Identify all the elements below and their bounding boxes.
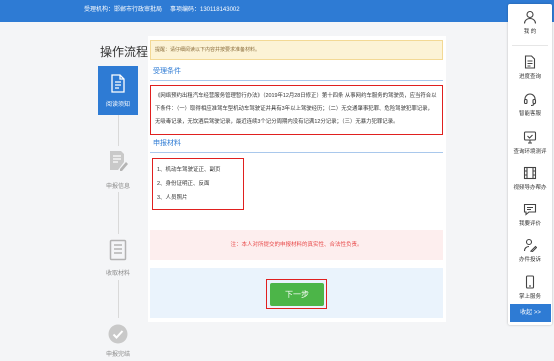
evaluation-screen-icon xyxy=(523,130,537,144)
side-toolbar-divider xyxy=(512,45,548,46)
side-item-label: 掌上服务 xyxy=(518,294,541,300)
step-label: 申报信息 xyxy=(105,184,130,190)
materials-title: 申报材料 xyxy=(153,140,181,147)
side-item-complaint[interactable]: 办件投诉 xyxy=(508,238,552,266)
film-icon xyxy=(523,166,537,180)
list-item: 2、身份证明正、反面 xyxy=(157,181,210,187)
step-complete: 申报完结 xyxy=(98,318,138,361)
side-item-evaluation[interactable]: 查询环境测评 xyxy=(508,130,552,158)
reminder-text: 提醒：请仔细阅读以下内容并按要求准备材料。 xyxy=(155,47,261,53)
list-item: 1、机动车驾驶证正、副页 xyxy=(157,167,221,173)
next-step-button[interactable]: 下一步 xyxy=(270,283,324,306)
declaration-bar: 注：本人对所提交的申报材料的真实性、合法性负责。 xyxy=(150,230,443,260)
conditions-title: 受理条件 xyxy=(153,68,181,75)
side-item-label: 进度查询 xyxy=(518,74,541,80)
conditions-text: 《网络预约出租汽车经营服务管理暂行办法》（2019年12月28日修正）第十四条 … xyxy=(155,93,437,125)
complaint-icon xyxy=(523,238,537,252)
chat-icon xyxy=(523,202,537,216)
check-circle-icon xyxy=(98,324,138,344)
item-code: 事项编码：130118143002 xyxy=(170,7,240,13)
step-application-info: 申报信息 xyxy=(98,146,138,192)
side-item-label: 我 的 xyxy=(523,29,537,35)
side-item-progress[interactable]: 进度查询 xyxy=(508,55,552,83)
step-label: 阅读须知 xyxy=(105,102,130,108)
conditions-box: 《网络预约出租汽车经营服务管理暂行办法》（2019年12月28日修正）第十四条 … xyxy=(150,85,443,135)
user-icon xyxy=(523,10,537,24)
materials-list: 1、机动车驾驶证正、副页 2、身份证明正、反面 3、人员照片 xyxy=(152,158,244,210)
materials-divider xyxy=(150,152,443,153)
mobile-phone-icon xyxy=(523,275,537,289)
top-bar: 受理机构：邯郸市行政审批局 事项编码：130118143002 xyxy=(0,0,554,22)
side-item-label: 查询环境测评 xyxy=(513,149,547,155)
reminder-bar: 提醒：请仔细阅读以下内容并按要求准备材料。 xyxy=(150,40,443,60)
side-item-mobile-service[interactable]: 掌上服务 xyxy=(508,275,552,303)
collapse-toolbar-button[interactable]: 收起 >> xyxy=(510,304,551,322)
declaration-text: 注：本人对所提交的申报材料的真实性、合法性负责。 xyxy=(230,242,363,248)
side-item-rate[interactable]: 我要评价 xyxy=(508,202,552,230)
side-item-video-guide[interactable]: 视频导办帮办 xyxy=(508,166,552,194)
step-collect-materials: 收取材料 xyxy=(98,234,138,280)
step-label: 收取材料 xyxy=(105,271,130,277)
progress-document-icon xyxy=(523,55,537,69)
side-item-label: 智能客服 xyxy=(518,111,541,117)
conditions-divider xyxy=(150,80,443,81)
side-item-label: 视频导办帮办 xyxy=(513,185,547,191)
document-icon xyxy=(98,74,138,93)
side-item-service[interactable]: 智能客服 xyxy=(508,92,552,120)
step-read-notice: 阅读须知 xyxy=(98,66,138,115)
list-icon xyxy=(98,239,138,261)
side-item-label: 办件投诉 xyxy=(518,257,541,263)
list-item: 3、人员照片 xyxy=(157,195,188,201)
flow-title: 操作流程 xyxy=(100,45,149,59)
step-label: 申报完结 xyxy=(105,352,130,358)
edit-document-icon xyxy=(98,150,138,172)
headset-icon xyxy=(523,92,537,106)
side-item-my[interactable]: 我 的 xyxy=(508,10,552,38)
side-item-label: 我要评价 xyxy=(518,221,541,227)
handling-agency: 受理机构：邯郸市行政审批局 xyxy=(84,7,163,13)
